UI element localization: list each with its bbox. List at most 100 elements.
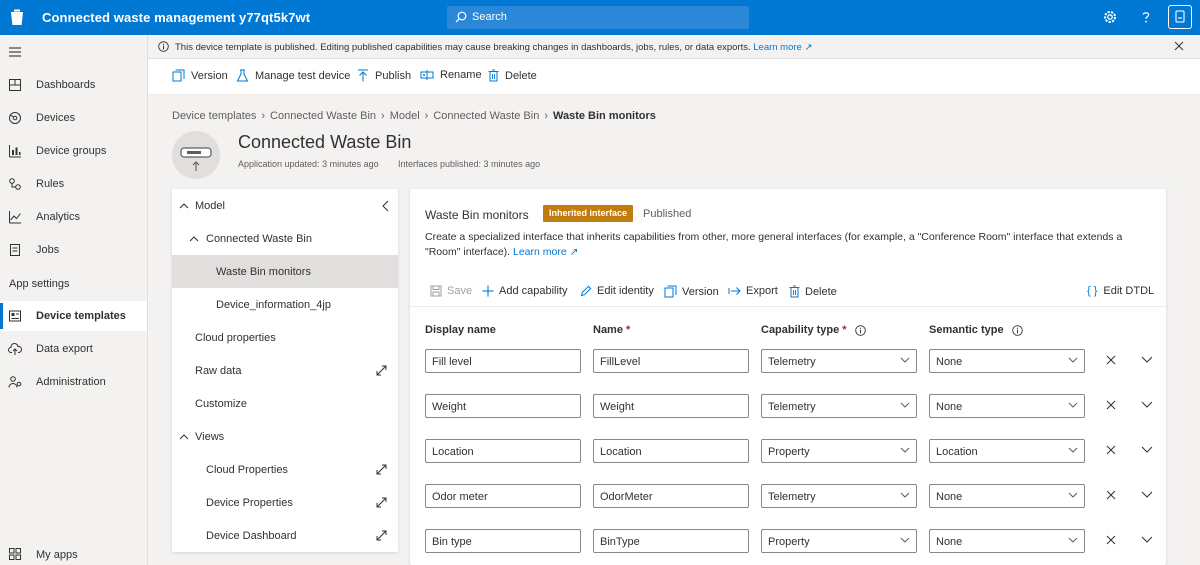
export-button[interactable]: Export <box>728 285 778 297</box>
capability-type-dropdown[interactable]: Telemetry <box>761 484 917 508</box>
gear-icon[interactable] <box>1102 9 1118 25</box>
chevron-down-icon <box>1068 357 1078 363</box>
tree-item-interface[interactable]: Connected Waste Bin <box>172 222 398 255</box>
nav-item-dashboards[interactable]: Dashboards <box>0 70 147 100</box>
nav-item-device-templates[interactable]: Device templates <box>0 301 147 331</box>
expand-row-chevron-icon[interactable] <box>1141 491 1153 499</box>
publish-icon <box>358 69 368 82</box>
edit-identity-button[interactable]: Edit identity <box>580 285 654 297</box>
help-icon[interactable] <box>1138 9 1154 25</box>
remove-capability-icon[interactable] <box>1106 400 1116 410</box>
nav-item-administration[interactable]: Administration <box>0 367 147 397</box>
column-header-semantic-type: Semantic type <box>929 324 1023 336</box>
expand-row-chevron-icon[interactable] <box>1141 446 1153 454</box>
tree-item-view-cloud-properties[interactable]: Cloud Properties <box>172 453 398 486</box>
display-name-input[interactable]: Odor meter <box>425 484 581 508</box>
close-icon[interactable] <box>1174 41 1184 51</box>
nav-item-rules[interactable]: Rules <box>0 169 147 199</box>
semantic-type-dropdown[interactable]: None <box>929 349 1085 373</box>
remove-capability-icon[interactable] <box>1106 445 1116 455</box>
name-input[interactable]: Location <box>593 439 749 463</box>
expand-row-chevron-icon[interactable] <box>1141 356 1153 364</box>
semantic-type-dropdown[interactable]: None <box>929 484 1085 508</box>
nav-item-jobs[interactable]: Jobs <box>0 235 147 265</box>
display-name-input[interactable]: Bin type <box>425 529 581 553</box>
analytics-icon <box>9 211 21 224</box>
semantic-type-dropdown[interactable]: None <box>929 529 1085 553</box>
expand-icon[interactable] <box>376 365 387 376</box>
version-button[interactable]: Version <box>172 69 228 82</box>
search-input[interactable]: Search <box>472 11 507 23</box>
display-name-input[interactable]: Fill level <box>425 349 581 373</box>
semantic-type-dropdown[interactable]: Location <box>929 439 1085 463</box>
trash-icon <box>488 69 499 82</box>
info-icon[interactable] <box>854 324 866 336</box>
dropdown-value: None <box>936 401 963 413</box>
tree-item-cloud-properties[interactable]: Cloud properties <box>172 321 398 354</box>
app-title: Connected waste management y77qt5k7wt <box>42 10 311 25</box>
nav-item-devices[interactable]: Devices <box>0 103 147 133</box>
expand-icon[interactable] <box>376 497 387 508</box>
semantic-type-dropdown[interactable]: None <box>929 394 1085 418</box>
tree-label: Cloud properties <box>195 332 276 344</box>
learn-more-link[interactable]: Learn more ↗ <box>513 246 578 258</box>
tree-item-customize[interactable]: Customize <box>172 387 398 420</box>
interface-version-button[interactable]: Version <box>664 285 719 298</box>
name-input[interactable]: FillLevel <box>593 349 749 373</box>
name-input[interactable]: BinType <box>593 529 749 553</box>
column-label: Name <box>593 324 623 336</box>
capability-type-dropdown[interactable]: Property <box>761 529 917 553</box>
capability-row: Odor meter OdorMeter Telemetry None <box>410 484 1166 510</box>
dropdown-value: Telemetry <box>768 491 816 503</box>
name-input[interactable]: OdorMeter <box>593 484 749 508</box>
interface-delete-button[interactable]: Delete <box>789 285 837 298</box>
expand-row-chevron-icon[interactable] <box>1141 401 1153 409</box>
name-input[interactable]: Weight <box>593 394 749 418</box>
breadcrumb-item[interactable]: Connected Waste Bin <box>270 110 376 122</box>
remove-capability-icon[interactable] <box>1106 535 1116 545</box>
expand-icon[interactable] <box>376 530 387 541</box>
tree-item-device-information[interactable]: Device_information_4jp <box>172 288 398 321</box>
breadcrumb-item[interactable]: Model <box>390 110 420 122</box>
nav-item-data-export[interactable]: Data export <box>0 334 147 364</box>
remove-capability-icon[interactable] <box>1106 355 1116 365</box>
notice-learn-more-link[interactable]: Learn more ↗ <box>753 42 812 53</box>
edit-dtdl-label: Edit DTDL <box>1103 285 1155 297</box>
device-templates-icon <box>9 310 21 322</box>
hamburger-menu-button[interactable] <box>0 37 147 65</box>
tree-item-view-device-dashboard[interactable]: Device Dashboard <box>172 519 398 552</box>
edit-dtdl-button[interactable]: { } Edit DTDL <box>1087 285 1154 297</box>
capability-type-dropdown[interactable]: Property <box>761 439 917 463</box>
nav-item-my-apps[interactable]: My apps <box>0 540 147 565</box>
search-box[interactable]: Search <box>447 6 749 29</box>
expand-icon[interactable] <box>376 464 387 475</box>
breadcrumb-item[interactable]: Connected Waste Bin <box>433 110 539 122</box>
publish-button[interactable]: Publish <box>357 69 411 82</box>
delete-button[interactable]: Delete <box>488 69 537 82</box>
expand-row-chevron-icon[interactable] <box>1141 536 1153 544</box>
nav-item-device-groups[interactable]: Device groups <box>0 136 147 166</box>
save-button[interactable]: Save <box>430 285 472 297</box>
tree-item-model[interactable]: Model <box>172 189 398 222</box>
tree-item-raw-data[interactable]: Raw data <box>172 354 398 387</box>
collapse-panel-icon[interactable] <box>382 200 389 212</box>
nav-item-analytics[interactable]: Analytics <box>0 202 147 232</box>
tree-label: Model <box>195 200 225 212</box>
display-name-input[interactable]: Location <box>425 439 581 463</box>
display-name-input[interactable]: Weight <box>425 394 581 418</box>
info-icon[interactable] <box>1011 324 1023 336</box>
tree-item-view-device-properties[interactable]: Device Properties <box>172 486 398 519</box>
capability-type-dropdown[interactable]: Telemetry <box>761 394 917 418</box>
export-arrow-icon <box>728 287 741 295</box>
breadcrumb-item[interactable]: Device templates <box>172 110 256 122</box>
remove-capability-icon[interactable] <box>1106 490 1116 500</box>
manage-test-device-button[interactable]: Manage test device <box>236 69 350 82</box>
rename-button[interactable]: Rename <box>420 69 482 81</box>
user-avatar-icon[interactable] <box>1168 5 1192 29</box>
tree-item-views[interactable]: Views <box>172 420 398 453</box>
capability-type-dropdown[interactable]: Telemetry <box>761 349 917 373</box>
tree-item-waste-bin-monitors[interactable]: Waste Bin monitors <box>172 255 398 288</box>
chevron-down-icon <box>900 447 910 453</box>
add-capability-button[interactable]: Add capability <box>482 285 568 297</box>
nav-section-header: App settings <box>9 278 70 290</box>
